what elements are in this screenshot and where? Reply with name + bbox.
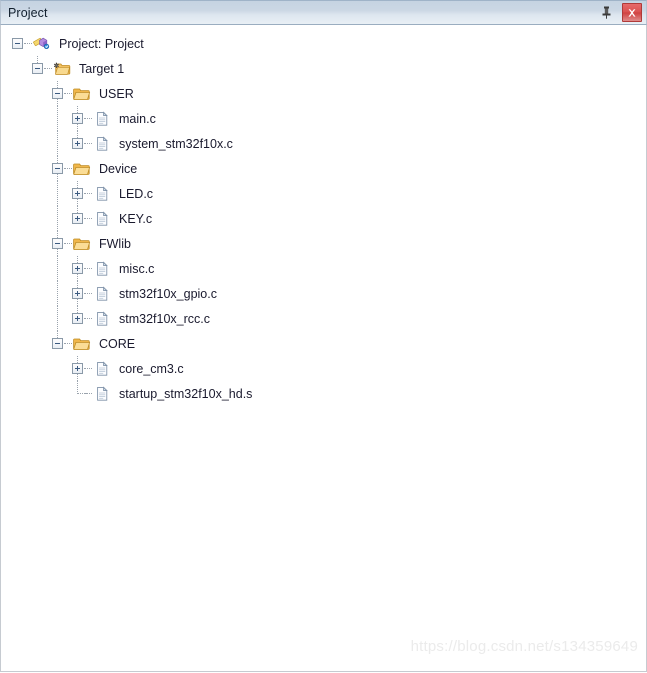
collapse-toggle-icon[interactable] [52,163,63,174]
c-file-icon [93,135,111,152]
c-file-icon [93,185,111,202]
tree-item-label: Device [99,161,138,176]
c-file-icon [93,285,111,302]
folder-open-icon [73,236,91,252]
tree-item-file-main-c[interactable]: main.c [1,106,646,131]
folder-open-icon [73,336,91,352]
tree-guide-line [57,256,58,281]
project-tree-panel[interactable]: Project: Project Target 1 USER main.c system… [0,25,647,672]
tree-item-label: LED.c [119,186,154,201]
tree-item-file-stm32f10x-gpio-c[interactable]: stm32f10x_gpio.c [1,281,646,306]
project-titlebar: Project [0,0,647,25]
expand-toggle-icon[interactable] [72,188,83,199]
asm-file-icon [93,385,111,402]
tree-guide-line [57,106,58,131]
tree-connector [84,117,92,120]
tree-item-group-device[interactable]: Device [1,156,646,181]
watermark-text: https://blog.csdn.net/s134359649 [410,638,638,655]
expand-toggle-icon[interactable] [72,363,83,374]
tree-item-label: startup_stm32f10x_hd.s [119,386,253,401]
tree-connector [84,217,92,220]
tree-connector [84,142,92,145]
project-window: Project Project: Project Target 1 USER main… [0,0,647,673]
tree-item-file-stm32f10x-rcc-c[interactable]: stm32f10x_rcc.c [1,306,646,331]
tree-item-target-1[interactable]: Target 1 [1,56,646,81]
tree-connector [64,167,72,170]
expand-toggle-icon[interactable] [72,138,83,149]
expand-toggle-icon[interactable] [72,213,83,224]
tree-connector [44,67,52,70]
tree-item-label: KEY.c [119,211,153,226]
expand-toggle-icon[interactable] [72,263,83,274]
tree-item-label: USER [99,86,134,101]
collapse-toggle-icon[interactable] [12,38,23,49]
project-icon [33,36,51,52]
tree-connector [84,367,92,370]
tree-item-file-key-c[interactable]: KEY.c [1,206,646,231]
tree-item-file-misc-c[interactable]: misc.c [1,256,646,281]
c-file-icon [93,360,111,377]
tree-item-group-fwlib[interactable]: FWlib [1,231,646,256]
expand-toggle-icon[interactable] [72,113,83,124]
tree-item-label: system_stm32f10x.c [119,136,233,151]
tree-item-file-startup-stm32f10x-hd-s[interactable]: startup_stm32f10x_hd.s [1,381,646,406]
tree-item-file-core-cm3-c[interactable]: core_cm3.c [1,356,646,381]
tree-connector [84,192,92,195]
tree-guide-line [57,206,58,231]
collapse-toggle-icon[interactable] [52,88,63,99]
tree-connector [64,342,72,345]
tree-guide-line [57,306,58,331]
tree-item-file-system-stm32f10x-c[interactable]: system_stm32f10x.c [1,131,646,156]
collapse-toggle-icon[interactable] [32,63,43,74]
tree-guide-line [57,281,58,306]
tree-item-file-led-c[interactable]: LED.c [1,181,646,206]
tree-connector [64,242,72,245]
tree-item-project-root[interactable]: Project: Project [1,31,646,56]
tree-connector [24,42,32,45]
c-file-icon [93,210,111,227]
tree-item-label: main.c [119,111,156,126]
project-tree: Project: Project Target 1 USER main.c system… [1,25,646,406]
c-file-icon [93,110,111,127]
folder-open-icon [73,86,91,102]
tree-item-label: Project: Project [59,36,144,51]
target-folder-icon [53,61,71,77]
tree-connector [84,317,92,320]
collapse-toggle-icon[interactable] [52,238,63,249]
tree-connector [84,267,92,270]
pin-icon[interactable] [596,3,616,22]
page-title: Project [8,5,48,20]
tree-item-label: stm32f10x_rcc.c [119,311,211,326]
tree-item-label: core_cm3.c [119,361,184,376]
c-file-icon [93,260,111,277]
c-file-icon [93,310,111,327]
tree-item-label: stm32f10x_gpio.c [119,286,217,301]
collapse-toggle-icon[interactable] [52,338,63,349]
tree-item-group-core[interactable]: CORE [1,331,646,356]
tree-connector [64,92,72,95]
tree-elbow [77,381,87,394]
tree-guide-line [57,181,58,206]
expand-toggle-icon[interactable] [72,313,83,324]
tree-item-group-user[interactable]: USER [1,81,646,106]
tree-item-label: FWlib [99,236,131,251]
tree-item-label: misc.c [119,261,155,276]
tree-item-label: Target 1 [79,61,125,76]
tree-connector [84,292,92,295]
expand-toggle-icon[interactable] [72,288,83,299]
close-icon[interactable] [622,3,642,22]
folder-open-icon [73,161,91,177]
titlebar-buttons [596,1,642,24]
tree-guide-line [57,131,58,156]
tree-item-label: CORE [99,336,136,351]
